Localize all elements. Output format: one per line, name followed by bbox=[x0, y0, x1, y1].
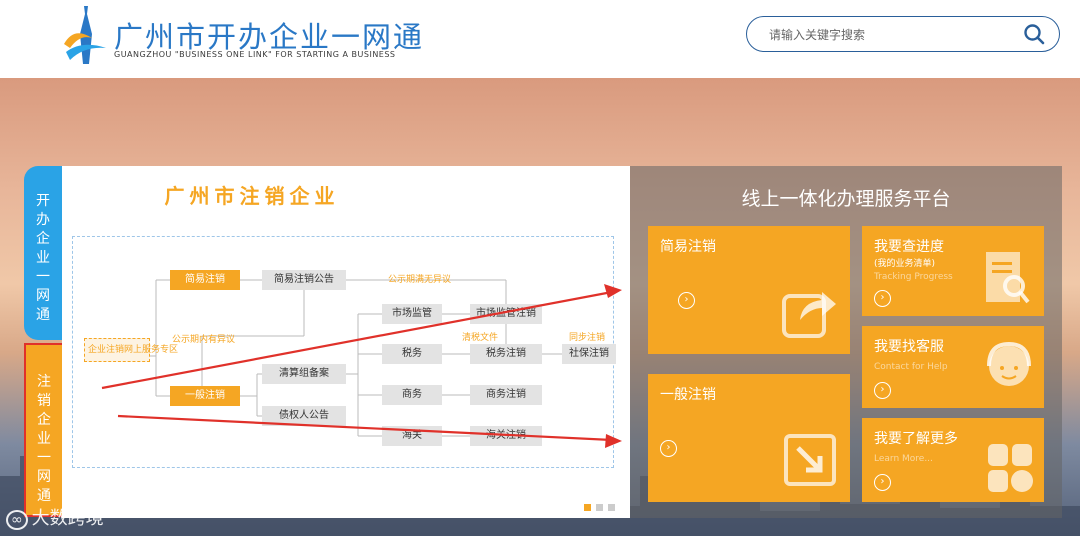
carousel-dot[interactable] bbox=[596, 504, 603, 511]
card-general-deregistration[interactable]: 一般注销 › bbox=[648, 374, 850, 502]
deregistration-flow-diagram: 广州市注销企业 企业注销网上服务专区 简易注销 简易注销公告 公示期满无异议 公… bbox=[62, 166, 630, 518]
step-simple-notice: 简易注销公告 bbox=[262, 270, 346, 290]
dept-tax: 税务 bbox=[382, 344, 442, 364]
tab-start-business[interactable]: 开办企业一网通 bbox=[24, 166, 62, 340]
label-no-objection: 公示期满无异议 bbox=[388, 275, 452, 285]
card-learn-more[interactable]: 我要了解更多 Learn More... › bbox=[862, 418, 1044, 502]
carousel-dot[interactable] bbox=[584, 504, 591, 511]
arrow-right-icon: › bbox=[678, 292, 695, 309]
carousel-dot[interactable] bbox=[608, 504, 615, 511]
customer-service-icon bbox=[987, 341, 1031, 386]
arrow-right-icon: › bbox=[874, 474, 891, 491]
step-social-dereg: 社保注销 bbox=[562, 344, 616, 364]
service-platform-panel: 线上一体化办理服务平台 简易注销 › 我要查进度 (我的业务清单) Tracki… bbox=[630, 166, 1062, 518]
step-commerce-dereg: 商务注销 bbox=[470, 385, 542, 405]
search-input[interactable] bbox=[767, 24, 1011, 46]
step-customs-dereg: 海关注销 bbox=[470, 426, 542, 446]
dept-market: 市场监管 bbox=[382, 304, 442, 324]
step-market-dereg: 市场监管注销 bbox=[470, 304, 542, 324]
grid-icon bbox=[988, 444, 1033, 492]
panel-title: 线上一体化办理服务平台 bbox=[741, 188, 951, 210]
arrow-right-icon: › bbox=[874, 382, 891, 399]
card-simple-deregistration[interactable]: 简易注销 › bbox=[648, 226, 850, 354]
label-tax-docs: 清税文件 bbox=[462, 333, 499, 343]
search-box bbox=[746, 16, 1060, 52]
document-search-icon bbox=[986, 252, 1030, 304]
card-customer-service[interactable]: 我要找客服 Contact for Help › bbox=[862, 326, 1044, 408]
search-icon[interactable] bbox=[1023, 23, 1045, 45]
card-check-progress[interactable]: 我要查进度 (我的业务清单) Tracking Progress › bbox=[862, 226, 1044, 316]
tab-deregister-business[interactable]: 注销企业一网通 bbox=[24, 343, 64, 517]
watermark: ∞ 大数跨境 bbox=[6, 504, 104, 530]
logo-canton-tower-icon bbox=[64, 6, 106, 64]
arrow-right-icon: › bbox=[874, 290, 891, 307]
step-general-deregistration: 一般注销 bbox=[170, 386, 240, 406]
step-liquidation-filing: 清算组备案 bbox=[262, 364, 346, 384]
arrow-right-icon: › bbox=[660, 440, 677, 457]
site-subtitle: GUANGZHOU "BUSINESS ONE LINK" FOR STARTI… bbox=[114, 50, 396, 59]
entry-online-zone[interactable]: 企业注销网上服务专区 bbox=[84, 338, 178, 362]
label-sync-dereg: 同步注销 bbox=[569, 333, 606, 343]
step-creditor-notice: 债权人公告 bbox=[262, 406, 346, 426]
carousel-dots[interactable] bbox=[584, 496, 620, 515]
dept-customs: 海关 bbox=[382, 426, 442, 446]
header: 广州市开办企业一网通 GUANGZHOU "BUSINESS ONE LINK"… bbox=[0, 0, 1080, 78]
dept-commerce: 商务 bbox=[382, 385, 442, 405]
step-simple-deregistration: 简易注销 bbox=[170, 270, 240, 290]
share-icon bbox=[782, 292, 836, 338]
download-arrow-icon bbox=[784, 434, 836, 486]
step-tax-dereg: 税务注销 bbox=[470, 344, 542, 364]
label-has-objection: 公示期内有异议 bbox=[172, 335, 236, 345]
